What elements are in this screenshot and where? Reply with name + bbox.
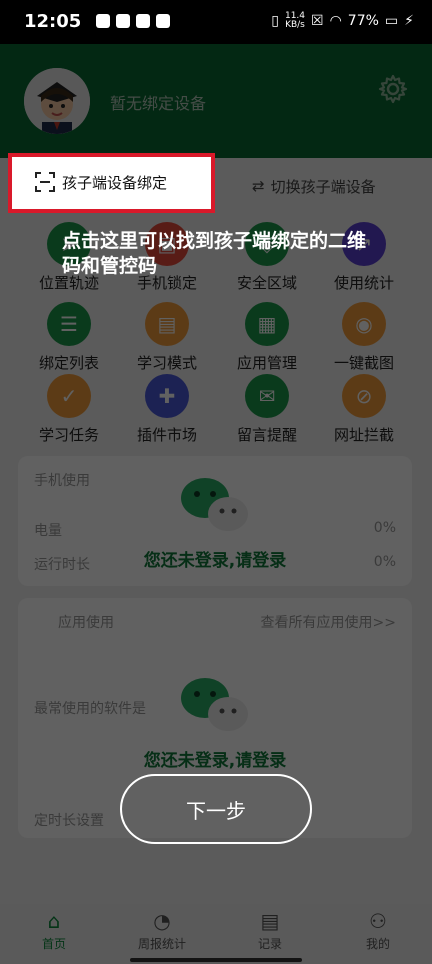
feature-label: 插件市场	[136, 426, 197, 444]
feature-label: 一键截图	[333, 354, 394, 372]
document-icon: ▤	[260, 909, 280, 933]
battery-icon: ▭	[384, 13, 399, 29]
url-block-icon: ⊘	[342, 374, 386, 418]
avatar[interactable]	[24, 68, 90, 134]
bind-child-device-button[interactable]: 孩子端设备绑定	[34, 171, 167, 193]
most-used-label: 最常使用的软件是	[34, 701, 146, 717]
sim-icon: ☒	[311, 13, 324, 29]
nav-user-group[interactable]: ⚇ 我的	[324, 910, 432, 952]
wifi-icon: ◠	[329, 13, 342, 29]
feature-apps[interactable]: ▦ 应用管理	[217, 302, 317, 373]
switch-child-device-button[interactable]: ⇄ 切换孩子端设备	[252, 158, 376, 214]
nav-label: 首页	[41, 937, 66, 951]
feature-label: 绑定列表	[38, 354, 99, 372]
system-status: ▯ 11.4 KB/s ☒ ◠ 77% ▭ ⚡	[271, 12, 414, 30]
gear-icon[interactable]	[378, 74, 408, 104]
nav-home[interactable]: ⌂ 首页	[0, 910, 108, 952]
charging-icon: ⚡	[404, 13, 414, 29]
camera-icon: ◉	[342, 302, 386, 346]
wechat-notification-icon	[136, 14, 150, 28]
battery-percent: 77%	[347, 13, 379, 29]
feature-puzzle[interactable]: ✚ 插件市场	[117, 374, 217, 445]
feature-task[interactable]: ✓ 学习任务	[19, 374, 119, 445]
mail-icon	[156, 14, 170, 28]
notification-icons	[96, 14, 170, 28]
feature-list[interactable]: ☰ 绑定列表	[19, 302, 119, 373]
device-status-text: 暂无绑定设备	[110, 94, 207, 113]
feature-url-block[interactable]: ⊘ 网址拦截	[314, 374, 414, 445]
apps-icon: ▦	[245, 302, 289, 346]
nav-document[interactable]: ▤ 记录	[216, 910, 324, 952]
swap-icon: ⇄	[252, 177, 265, 195]
clock: 12:05	[24, 11, 82, 32]
nav-label: 记录	[257, 937, 282, 951]
feature-book[interactable]: ▤ 学习模式	[117, 302, 217, 373]
phone-usage-card: 手机使用 电量 0% 运行时长 0% 您还未登录,请登录	[18, 456, 412, 586]
bottom-navigation: ⌂ 首页 ◔ 周报统计 ▤ 记录 ⚇ 我的	[0, 904, 432, 964]
pie-chart-icon: ◔	[153, 909, 171, 933]
task-icon: ✓	[47, 374, 91, 418]
nav-pie-chart[interactable]: ◔ 周报统计	[108, 910, 216, 952]
feature-label: 网址拦截	[333, 426, 394, 444]
nav-label: 周报统计	[137, 937, 186, 951]
next-step-button[interactable]: 下一步	[120, 774, 312, 844]
book-icon: ▤	[145, 302, 189, 346]
wechat-icon	[181, 678, 248, 731]
guide-highlight-frame: 孩子端设备绑定	[8, 153, 215, 213]
feature-label: 学习模式	[136, 354, 197, 372]
user-group-icon: ⚇	[369, 909, 387, 933]
home-indicator	[130, 958, 302, 962]
scan-icon	[35, 172, 55, 192]
login-prompt-link[interactable]: 您还未登录,请登录	[18, 546, 412, 571]
status-bar: 12:05 ▯ 11.4 KB/s ☒ ◠ 77% ▭ ⚡	[0, 0, 432, 44]
feature-camera[interactable]: ◉ 一键截图	[314, 302, 414, 373]
battery-value: 0%	[373, 520, 396, 536]
login-prompt-link[interactable]: 您还未登录,请登录	[18, 746, 412, 771]
network-speed: 11.4 KB/s	[284, 11, 306, 30]
feature-message[interactable]: ✉ 留言提醒	[217, 374, 317, 445]
feature-label: 应用管理	[236, 354, 297, 372]
app-usage-title: 应用使用	[58, 615, 114, 631]
list-icon: ☰	[47, 302, 91, 346]
message-icon: ✉	[245, 374, 289, 418]
time-limit-label: 定时长设置	[34, 813, 104, 829]
feature-label: 留言提醒	[236, 426, 297, 444]
home-icon: ⌂	[47, 909, 61, 933]
app-notification-icon	[116, 14, 130, 28]
nav-label: 我的	[365, 937, 390, 951]
battery-label: 电量	[34, 523, 62, 539]
view-all-apps-link[interactable]: 查看所有应用使用>>	[261, 612, 396, 632]
puzzle-icon: ✚	[145, 374, 189, 418]
tiktok-icon	[96, 14, 110, 28]
phone-usage-title: 手机使用	[34, 473, 90, 489]
vibrate-icon: ▯	[271, 13, 279, 29]
feature-label: 学习任务	[38, 426, 99, 444]
wechat-icon	[181, 478, 248, 531]
guide-tip-text: 点击这里可以找到孩子端绑定的二维码和管控码	[62, 230, 367, 277]
profile-header: 暂无绑定设备	[0, 44, 432, 158]
